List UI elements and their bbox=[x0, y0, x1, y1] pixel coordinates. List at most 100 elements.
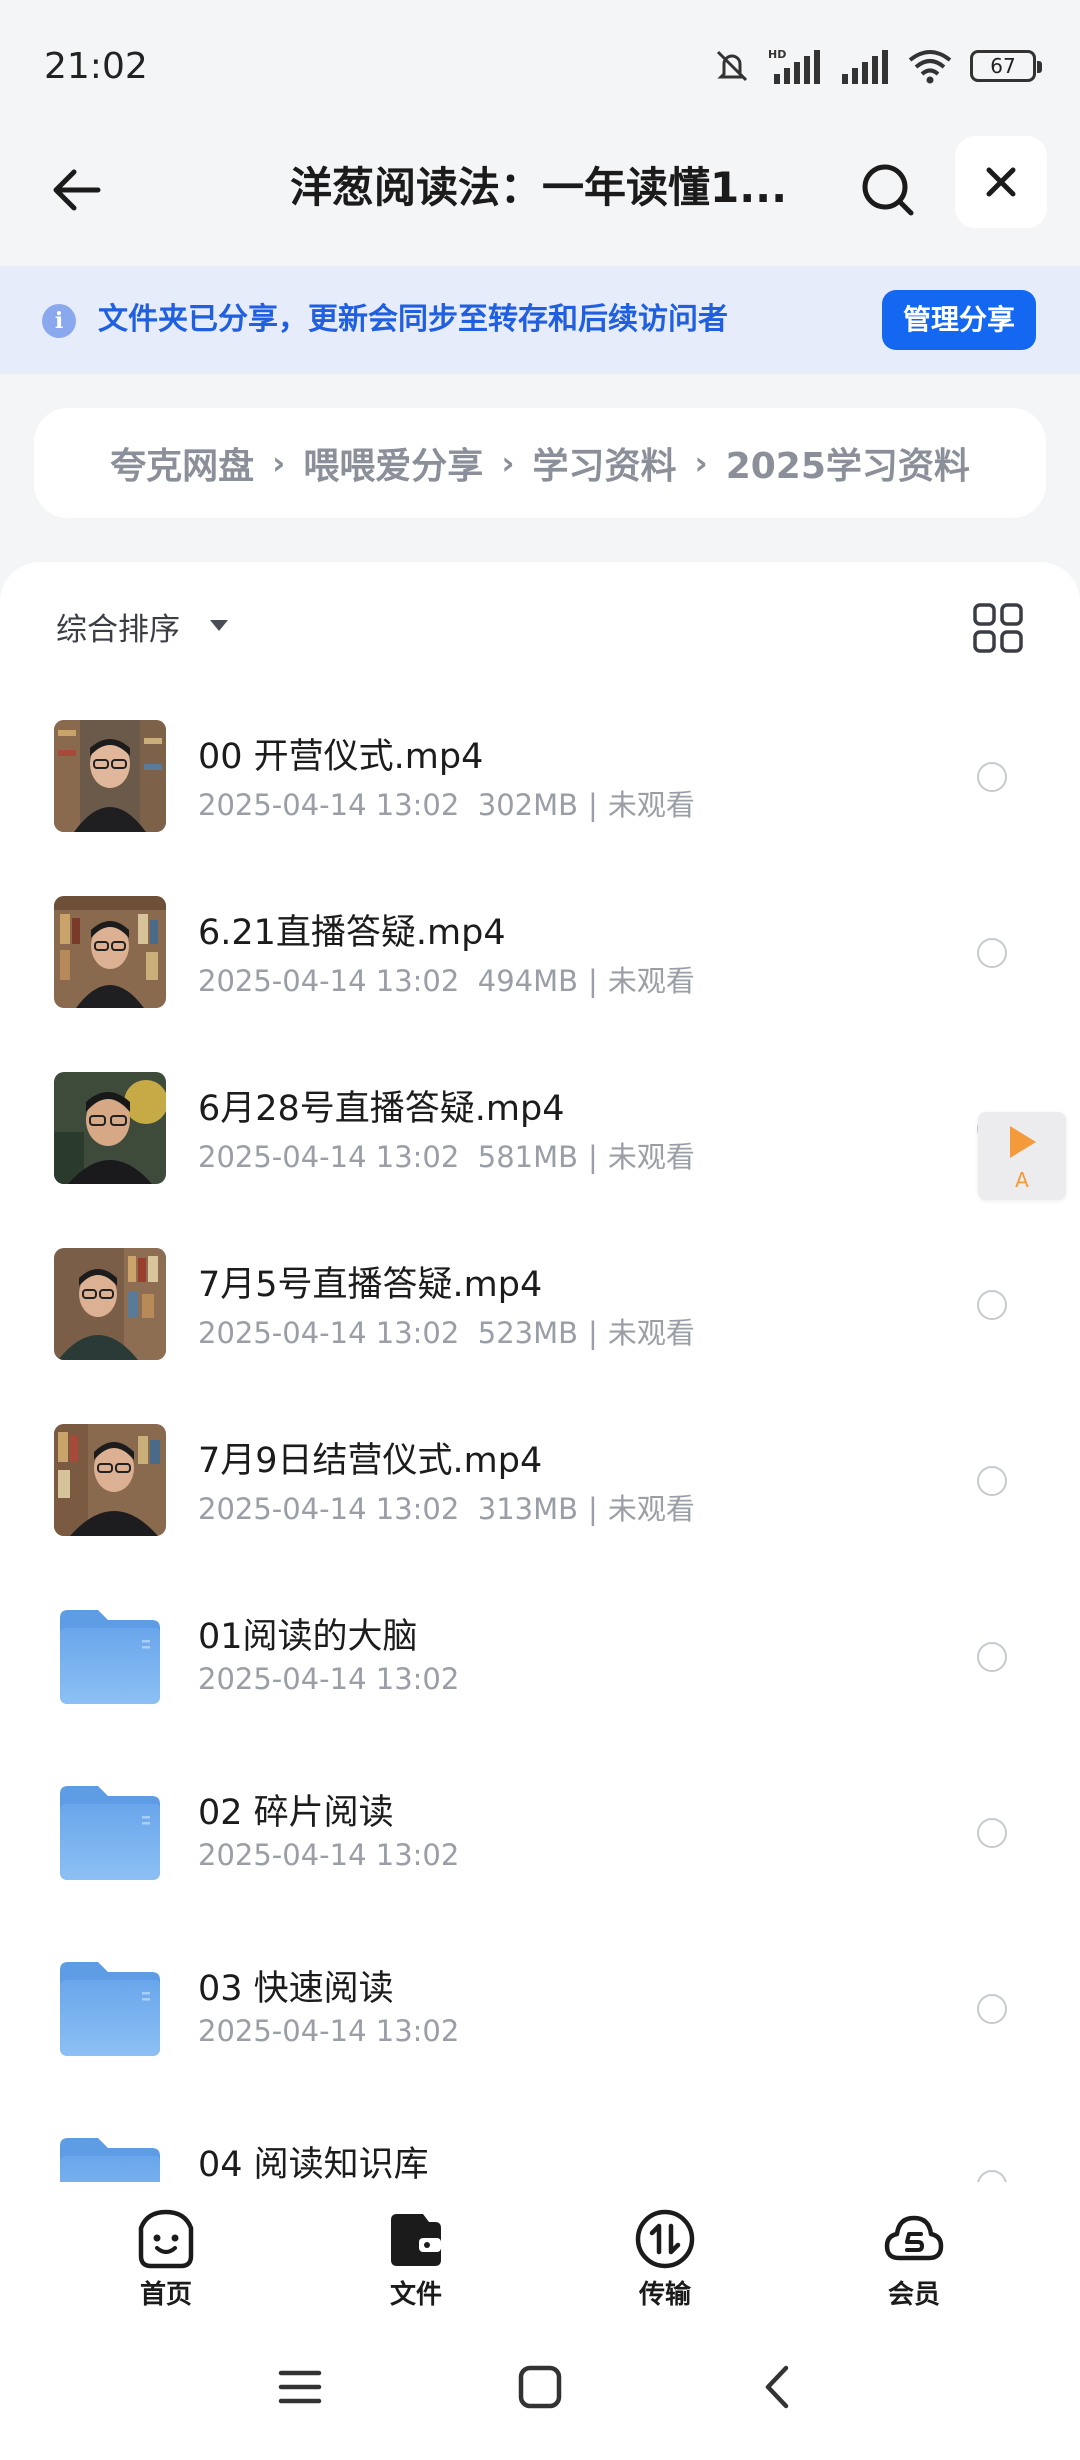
nav-item-member[interactable]: 会员 bbox=[854, 2206, 974, 2316]
page-title: 洋葱阅读法：一年读懂1... bbox=[290, 163, 788, 212]
nav-label-home: 首页 bbox=[139, 2280, 192, 2310]
home-square-icon bbox=[518, 2365, 562, 2409]
file-row-video[interactable]: 6月28号直播答疑.mp4 2025-04-14 13:02 581MB | 未观看 bbox=[0, 1040, 1080, 1216]
file-size: 494MB bbox=[477, 964, 579, 998]
file-meta: 2025-04-14 13:02 313MB | 未观看 bbox=[198, 1492, 695, 1526]
menu-button[interactable] bbox=[265, 2352, 335, 2422]
file-name: 00 开营仪式.mp4 bbox=[198, 737, 484, 777]
signal-hd-icon: HD bbox=[768, 48, 820, 84]
watch-status: 未观看 bbox=[607, 788, 695, 822]
file-size: 581MB bbox=[477, 1140, 579, 1174]
watch-status: 未观看 bbox=[607, 1492, 695, 1526]
play-icon bbox=[1010, 1126, 1036, 1158]
status-bar: 21:02 HD 67 bbox=[0, 0, 1080, 130]
mute-bell-icon bbox=[716, 50, 748, 82]
search-icon bbox=[862, 164, 914, 216]
select-checkbox[interactable] bbox=[977, 1290, 1007, 1320]
select-checkbox[interactable] bbox=[977, 1818, 1007, 1848]
file-date: 2025-04-14 13:02 bbox=[198, 1492, 460, 1526]
file-meta: 2025-04-14 13:02 494MB | 未观看 bbox=[198, 964, 695, 998]
select-checkbox[interactable] bbox=[977, 2170, 1007, 2182]
select-checkbox[interactable] bbox=[977, 1466, 1007, 1496]
file-name: 7月9日结营仪式.mp4 bbox=[198, 1441, 543, 1481]
file-name: 01阅读的大脑 bbox=[198, 1617, 418, 1657]
nav-label-files: 文件 bbox=[389, 2280, 442, 2310]
file-size: 302MB bbox=[477, 788, 579, 822]
file-name: 02 碎片阅读 bbox=[198, 1793, 394, 1833]
chevron-right-icon: › bbox=[501, 444, 515, 482]
file-meta: 2025-04-14 13:02 581MB | 未观看 bbox=[198, 1140, 695, 1174]
breadcrumb-item-study[interactable]: 学习资料 bbox=[533, 437, 677, 489]
file-name: 03 快速阅读 bbox=[198, 1969, 394, 2009]
share-banner: i 文件夹已分享，更新会同步至转存和后续访问者 管理分享 bbox=[0, 266, 1080, 374]
video-thumbnail bbox=[54, 1072, 166, 1184]
signal-icon bbox=[842, 50, 888, 84]
nav-item-home[interactable]: 首页 bbox=[106, 2206, 226, 2316]
folder-icon bbox=[60, 1610, 160, 1704]
battery-indicator: 67 bbox=[970, 50, 1042, 82]
file-date: 2025-04-14 13:02 bbox=[198, 964, 460, 998]
floating-player-button[interactable]: A bbox=[978, 1112, 1066, 1200]
share-banner-text: 文件夹已分享，更新会同步至转存和后续访问者 bbox=[98, 302, 728, 337]
file-size: 523MB bbox=[477, 1316, 579, 1350]
arrow-left-icon bbox=[53, 169, 101, 211]
close-icon bbox=[986, 167, 1016, 197]
file-panel: 综合排序 00 开营仪式.mp4 2025-04-14 13:02 302MB |… bbox=[0, 562, 1080, 2182]
manage-share-button[interactable]: 管理分享 bbox=[882, 290, 1036, 350]
search-button[interactable] bbox=[852, 154, 924, 226]
file-row-video[interactable]: 00 开营仪式.mp4 2025-04-14 13:02 302MB | 未观看 bbox=[0, 688, 1080, 864]
transfer-icon bbox=[635, 2209, 695, 2269]
select-checkbox[interactable] bbox=[977, 762, 1007, 792]
nav-item-transfer[interactable]: 传输 bbox=[605, 2206, 725, 2316]
file-row-video[interactable]: 6.21直播答疑.mp4 2025-04-14 13:02 494MB | 未观看 bbox=[0, 864, 1080, 1040]
file-meta: 2025-04-14 13:02 302MB | 未观看 bbox=[198, 788, 695, 822]
video-thumbnail bbox=[54, 896, 166, 1008]
file-date: 2025-04-14 13:02 bbox=[198, 1838, 460, 1872]
wifi-icon bbox=[908, 50, 952, 84]
breadcrumb: 夸克网盘 › 喂喂爱分享 › 学习资料 › 2025学习资料 bbox=[34, 408, 1046, 518]
select-checkbox[interactable] bbox=[977, 1994, 1007, 2024]
breadcrumb-item-root[interactable]: 夸克网盘 bbox=[110, 437, 254, 489]
sort-dropdown[interactable]: 综合排序 bbox=[56, 604, 180, 649]
file-row-folder[interactable]: 04 阅读知识库 bbox=[0, 2096, 1080, 2182]
network-label: HD bbox=[768, 48, 786, 61]
breadcrumb-item-share[interactable]: 喂喂爱分享 bbox=[303, 437, 483, 489]
file-meta: 2025-04-14 13:02 523MB | 未观看 bbox=[198, 1316, 695, 1350]
close-button[interactable] bbox=[955, 136, 1047, 228]
caret-down-icon[interactable] bbox=[210, 620, 228, 631]
grid-view-icon[interactable] bbox=[970, 600, 1026, 656]
file-name: 6.21直播答疑.mp4 bbox=[198, 913, 506, 953]
header: 洋葱阅读法：一年读懂1... bbox=[0, 130, 1080, 266]
home-button[interactable] bbox=[505, 2352, 575, 2422]
file-name: 6月28号直播答疑.mp4 bbox=[198, 1089, 565, 1129]
menu-icon bbox=[278, 2370, 322, 2404]
wallet-folder-icon bbox=[391, 2214, 441, 2266]
system-back-button[interactable] bbox=[744, 2352, 814, 2422]
select-checkbox[interactable] bbox=[977, 1642, 1007, 1672]
floating-player-label: A bbox=[1015, 1168, 1029, 1192]
file-list: 00 开营仪式.mp4 2025-04-14 13:02 302MB | 未观看 6… bbox=[0, 688, 1080, 2182]
status-time: 21:02 bbox=[44, 46, 148, 87]
chevron-right-icon: › bbox=[272, 444, 286, 482]
info-icon: i bbox=[42, 304, 76, 338]
video-thumbnail bbox=[54, 1248, 166, 1360]
file-row-video[interactable]: 7月9日结营仪式.mp4 2025-04-14 13:02 313MB | 未观看 bbox=[0, 1392, 1080, 1568]
file-row-video[interactable]: 7月5号直播答疑.mp4 2025-04-14 13:02 523MB | 未观看 bbox=[0, 1216, 1080, 1392]
chevron-right-icon: › bbox=[694, 444, 708, 482]
file-row-folder[interactable]: 01阅读的大脑 2025-04-14 13:02 bbox=[0, 1568, 1080, 1744]
file-row-folder[interactable]: 02 碎片阅读 2025-04-14 13:02 bbox=[0, 1744, 1080, 1920]
file-row-folder[interactable]: 03 快速阅读 2025-04-14 13:02 bbox=[0, 1920, 1080, 2096]
chevron-left-icon bbox=[765, 2365, 789, 2409]
nav-label-member: 会员 bbox=[887, 2280, 940, 2310]
smiley-home-icon bbox=[138, 2209, 194, 2269]
file-date: 2025-04-14 13:02 bbox=[198, 2014, 460, 2048]
file-name: 7月5号直播答疑.mp4 bbox=[198, 1265, 543, 1305]
file-size: 313MB bbox=[477, 1492, 579, 1526]
member-cloud-icon bbox=[884, 2215, 944, 2261]
back-button[interactable] bbox=[40, 154, 112, 226]
breadcrumb-item-current[interactable]: 2025学习资料 bbox=[726, 437, 970, 489]
nav-item-files[interactable]: 文件 bbox=[356, 2206, 476, 2316]
select-checkbox[interactable] bbox=[977, 938, 1007, 968]
folder-icon bbox=[60, 1962, 160, 2056]
sort-row: 综合排序 bbox=[0, 562, 1080, 688]
